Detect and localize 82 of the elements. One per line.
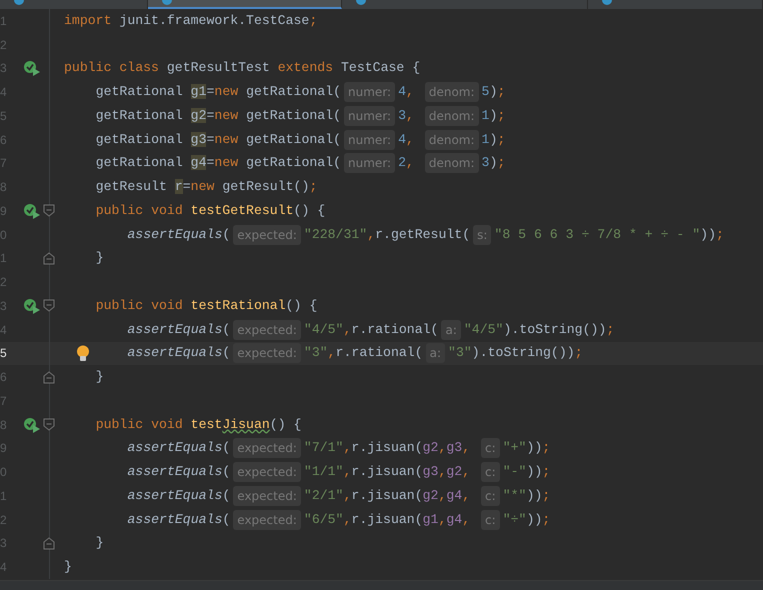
class-file-icon	[14, 0, 24, 5]
line-number: 5	[0, 347, 7, 360]
code-text: 3);	[482, 154, 506, 172]
code-text: "2/1",r.jisuan(g2,g4,	[304, 486, 472, 505]
parameter-hint: c:	[481, 510, 500, 530]
editor-tab[interactable]	[148, 0, 342, 9]
parameter-hint: c:	[481, 438, 500, 458]
parameter-hint: expected:	[233, 462, 301, 482]
fold-marker-icon[interactable]	[43, 252, 55, 265]
code-text: "4/5").toString());	[464, 320, 614, 339]
parameter-hint: denom:	[424, 130, 479, 150]
parameter-hint: c:	[481, 486, 500, 506]
parameter-hint: expected:	[233, 343, 301, 364]
code-text: "3",r.rational(	[304, 344, 423, 362]
parameter-hint: numer:	[344, 153, 396, 174]
parameter-hint: c:	[481, 462, 500, 482]
fold-marker-icon[interactable]	[43, 299, 55, 312]
code-text: getRational g4=new getRational(	[96, 154, 342, 172]
code-text: public class getResultTest extends TestCase {	[64, 59, 420, 78]
parameter-hint: numer:	[344, 130, 396, 150]
code-text: 3,	[398, 106, 415, 125]
code-text: 1);	[482, 106, 506, 125]
code-text: "3").toString());	[448, 344, 583, 362]
code-text: }	[96, 368, 104, 386]
parameter-hint: expected:	[233, 486, 301, 506]
code-text: getRational g3=new getRational(	[96, 130, 342, 149]
code-text: }	[64, 558, 72, 576]
class-file-icon	[602, 0, 612, 5]
code-text: "228/31",r.getResult(	[304, 226, 470, 244]
parameter-hint: s:	[473, 224, 492, 245]
code-text: assertEquals(	[127, 439, 230, 458]
code-text: assertEquals(	[127, 486, 230, 505]
fold-marker-icon[interactable]	[43, 204, 55, 218]
code-text: "-"));	[502, 463, 550, 482]
parameter-hint: denom:	[424, 106, 479, 126]
lightbulb-icon[interactable]	[76, 344, 90, 362]
code-text: getRational g2=new getRational(	[96, 106, 342, 125]
parameter-hint: expected:	[233, 438, 301, 458]
fold-marker-icon[interactable]	[43, 536, 55, 550]
parameter-hint: expected:	[233, 224, 301, 245]
code-text: "6/5",r.jisuan(g1,g4,	[304, 510, 472, 529]
code-text: 4,	[398, 83, 415, 102]
run-test-icon[interactable]	[23, 298, 41, 314]
code-text: public void testRational() {	[96, 296, 318, 315]
code-text: "7/1",r.jisuan(g2,g3,	[304, 439, 472, 458]
fold-marker-icon[interactable]	[43, 370, 55, 384]
run-test-icon[interactable]	[23, 60, 41, 76]
code-text: 4,	[398, 130, 415, 149]
code-text: getRational g1=new getRational(	[96, 83, 342, 102]
code-text: }	[96, 534, 104, 552]
parameter-hint: numer:	[344, 82, 396, 102]
class-file-icon	[356, 0, 366, 5]
parameter-hint: numer:	[344, 106, 396, 126]
code-text: "1/1",r.jisuan(g3,g2,	[304, 463, 472, 482]
parameter-hint: expected:	[233, 510, 301, 530]
code-text: }	[96, 249, 104, 268]
parameter-hint: expected:	[233, 320, 301, 340]
code-text: public void testJisuan() {	[96, 416, 302, 434]
code-text: 1);	[482, 130, 506, 149]
code-text: "+"));	[502, 439, 550, 458]
class-file-icon	[162, 0, 172, 5]
code-text: assertEquals(	[127, 320, 230, 339]
code-text: "8 5 6 6 3 ÷ 7/8 * + ÷ - "));	[494, 226, 724, 244]
parameter-hint: denom:	[424, 82, 479, 102]
code-text: "*"));	[502, 486, 550, 505]
code-text: getResult r=new getResult();	[96, 178, 318, 196]
run-test-icon[interactable]	[23, 416, 41, 433]
code-text: assertEquals(	[127, 226, 230, 244]
parameter-hint: a:	[426, 343, 446, 364]
code-text: 2,	[398, 154, 415, 172]
code-text: public void testGetResult() {	[96, 202, 326, 220]
fold-marker-icon[interactable]	[43, 418, 55, 432]
parameter-hint: denom:	[424, 153, 479, 174]
code-text: assertEquals(	[127, 344, 230, 362]
code-text: assertEquals(	[127, 463, 230, 482]
run-test-icon[interactable]	[23, 202, 41, 219]
code-text: import junit.framework.TestCase;	[64, 12, 318, 30]
parameter-hint: a:	[441, 320, 461, 340]
code-text: assertEquals(	[127, 510, 230, 529]
code-text: 5);	[482, 83, 506, 102]
code-text: "÷"));	[502, 510, 550, 529]
code-text: "4/5",r.rational(	[304, 320, 438, 339]
